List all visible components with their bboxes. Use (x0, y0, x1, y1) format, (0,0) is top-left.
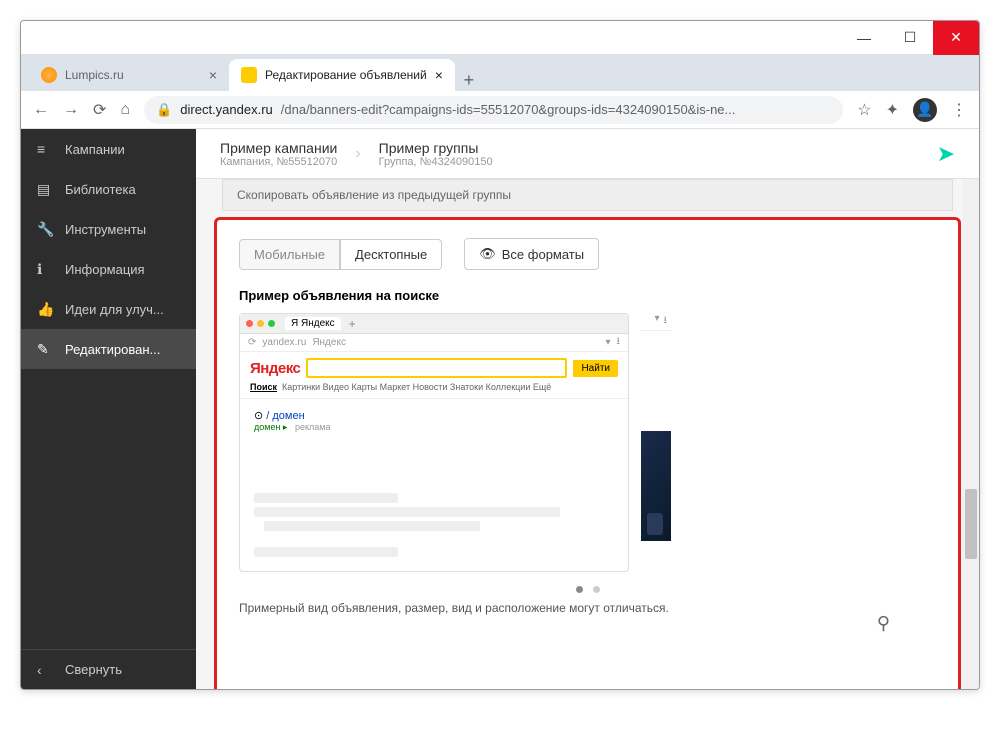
sidebar-collapse[interactable]: ‹ Свернуть (21, 649, 196, 689)
menu-icon: ≡ (37, 141, 53, 157)
carousel-dots (239, 586, 936, 593)
scrollbar-thumb[interactable] (965, 489, 977, 559)
breadcrumb-header: Пример кампании Кампания, №55512070 › Пр… (196, 129, 979, 179)
sidebar-label: Кампании (65, 142, 125, 157)
chevron-left-icon: ‹ (37, 662, 53, 678)
close-tab-icon[interactable]: × (209, 67, 217, 83)
dot[interactable] (593, 586, 600, 593)
url-input[interactable]: 🔒 direct.yandex.ru /dna/banners-edit?cam… (144, 96, 843, 124)
favicon-icon (41, 67, 57, 83)
all-formats-button[interactable]: 👁 Все форматы (464, 238, 599, 270)
lock-icon: 🔒 (156, 102, 172, 118)
sidebar-label: Свернуть (65, 662, 122, 677)
search-preview-mock: Я Яндекс + ⟳yandex.ru Яндекс ▾ ⭳ Яндекс (239, 313, 629, 572)
tab-desktop[interactable]: Десктопные (340, 239, 442, 270)
sidebar-label: Информация (65, 262, 145, 277)
ad-preview: ⊙ / домен домен ▸ реклама (240, 399, 628, 571)
sidebar-item-info[interactable]: ℹ Информация (21, 249, 196, 289)
tab-title: Lumpics.ru (65, 68, 124, 82)
window-titlebar: — ☐ ✕ (21, 21, 979, 55)
sidebar-label: Редактирован... (65, 342, 160, 357)
close-button[interactable]: ✕ (933, 21, 979, 55)
url-host: direct.yandex.ru (180, 102, 273, 117)
menu-button[interactable]: ⋮ (951, 100, 967, 120)
breadcrumb-group[interactable]: Пример группы Группа, №4324090150 (379, 140, 493, 168)
sidebar-label: Библиотека (65, 182, 136, 197)
maximize-button[interactable]: ☐ (887, 21, 933, 55)
secondary-preview: ▾⭳ (641, 313, 671, 572)
bookmark-button[interactable]: ☆ (857, 100, 871, 120)
eye-icon: 👁 (479, 246, 496, 262)
copy-previous-button[interactable]: Скопировать объявление из предыдущей гру… (222, 179, 953, 211)
section-title: Пример объявления на поиске (239, 288, 936, 303)
sidebar-item-campaigns[interactable]: ≡ Кампании (21, 129, 196, 169)
breadcrumb-campaign[interactable]: Пример кампании Кампания, №55512070 (220, 140, 337, 168)
sidebar-item-ideas[interactable]: 👍 Идеи для улуч... (21, 289, 196, 329)
download-icon: ⭳ (617, 334, 621, 351)
mock-find-button: Найти (573, 360, 618, 377)
preview-panel: Мобильные Десктопные 👁 Все форматы Приме… (214, 217, 961, 689)
tab-title: Редактирование объявлений (265, 68, 427, 82)
mock-nav: Поиск Картинки Видео Карты Маркет Новост… (240, 380, 628, 399)
yandex-logo: Яндекс (250, 360, 300, 377)
thumbs-up-icon: 👍 (37, 301, 53, 318)
tab-mobile[interactable]: Мобильные (239, 239, 340, 270)
library-icon: ▤ (37, 181, 53, 198)
back-button[interactable]: ← (33, 101, 49, 119)
bookmark-icon: ▾ (654, 313, 659, 330)
preview-hint: Примерный вид объявления, размер, вид и … (239, 601, 936, 615)
favicon-icon (241, 67, 257, 83)
new-tab-button[interactable]: + (455, 70, 483, 91)
pencil-icon: ✎ (37, 341, 53, 358)
sidebar-item-library[interactable]: ▤ Библиотека (21, 169, 196, 209)
sidebar-item-editing[interactable]: ✎ Редактирован... (21, 329, 196, 369)
minimize-button[interactable]: — (841, 21, 887, 55)
url-path: /dna/banners-edit?campaigns-ids=55512070… (281, 102, 736, 117)
tab-editing[interactable]: Редактирование объявлений × (229, 59, 455, 91)
download-icon: ⭳ (664, 313, 668, 330)
traffic-light-icon (268, 320, 275, 327)
mock-newtab: + (349, 317, 356, 331)
sidebar-item-tools[interactable]: 🔧 Инструменты (21, 209, 196, 249)
send-icon[interactable]: ➤ (937, 141, 955, 167)
sidebar: ≡ Кампании ▤ Библиотека 🔧 Инструменты ℹ Инфо… (21, 129, 196, 689)
sidebar-label: Инструменты (65, 222, 146, 237)
zoom-icon[interactable]: ⚲ (877, 613, 890, 634)
home-button[interactable]: ⌂ (120, 101, 130, 119)
info-icon: ℹ (37, 261, 53, 278)
wrench-icon: 🔧 (37, 221, 53, 238)
profile-avatar[interactable]: 👤 (913, 98, 937, 122)
bookmark-icon: ▾ (605, 337, 610, 348)
dot[interactable] (576, 586, 583, 593)
scrollbar[interactable] (963, 179, 979, 689)
preview-image (641, 431, 671, 541)
chevron-right-icon: › (355, 145, 360, 163)
tab-lumpics[interactable]: Lumpics.ru × (29, 59, 229, 91)
traffic-light-icon (257, 320, 264, 327)
extensions-button[interactable]: ✦ (886, 100, 899, 120)
sidebar-label: Идеи для улуч... (65, 302, 164, 317)
traffic-light-icon (246, 320, 253, 327)
forward-button[interactable]: → (63, 101, 79, 119)
browser-tabs: Lumpics.ru × Редактирование объявлений ×… (21, 55, 979, 91)
reload-button[interactable]: ⟳ (93, 100, 106, 120)
mock-search-input (306, 358, 567, 378)
mock-tab: Я Яндекс (285, 317, 341, 330)
close-tab-icon[interactable]: × (435, 67, 443, 83)
address-bar: ← → ⟳ ⌂ 🔒 direct.yandex.ru /dna/banners-… (21, 91, 979, 129)
